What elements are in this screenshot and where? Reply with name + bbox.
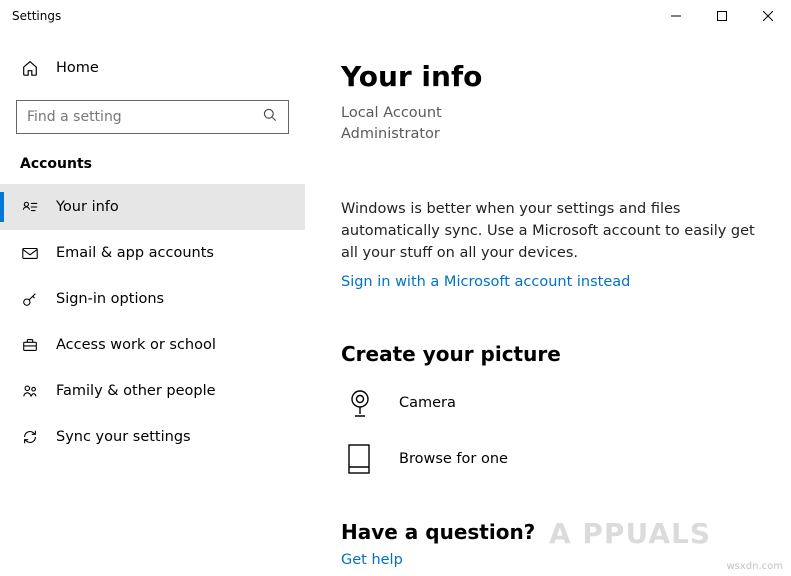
- picture-option-label: Camera: [399, 395, 456, 411]
- get-help-link[interactable]: Get help: [341, 552, 403, 568]
- sidebar-item-label: Access work or school: [56, 337, 216, 353]
- home-nav[interactable]: Home: [0, 50, 305, 86]
- close-icon: [763, 11, 773, 21]
- picture-option-label: Browse for one: [399, 451, 508, 467]
- mail-icon: [20, 243, 40, 263]
- sync-description: Windows is better when your settings and…: [341, 199, 763, 264]
- picture-option-browse[interactable]: Browse for one: [341, 440, 763, 478]
- minimize-icon: [671, 11, 681, 21]
- picture-option-camera[interactable]: Camera: [341, 384, 763, 422]
- sidebar-item-label: Family & other people: [56, 383, 216, 399]
- sidebar-item-family-other-people[interactable]: Family & other people: [0, 368, 305, 414]
- browse-icon: [341, 440, 379, 478]
- close-button[interactable]: [745, 0, 791, 32]
- maximize-button[interactable]: [699, 0, 745, 32]
- sidebar-item-your-info[interactable]: Your info: [0, 184, 305, 230]
- window-titlebar: Settings: [0, 0, 791, 32]
- search-icon: [262, 107, 278, 127]
- minimize-button[interactable]: [653, 0, 699, 32]
- window-controls: [653, 0, 791, 32]
- briefcase-icon: [20, 335, 40, 355]
- sidebar: Home Find a setting Accounts Your info: [0, 32, 305, 576]
- nav-list: Your info Email & app accounts Sign-in o…: [0, 184, 305, 460]
- key-icon: [20, 289, 40, 309]
- account-role: Administrator: [341, 124, 763, 145]
- attribution: wsxdn.com: [726, 561, 783, 572]
- sidebar-item-label: Your info: [56, 199, 119, 215]
- search-input[interactable]: Find a setting: [16, 100, 289, 134]
- page-title: Your info: [341, 60, 763, 93]
- sidebar-item-sync-settings[interactable]: Sync your settings: [0, 414, 305, 460]
- window-title: Settings: [12, 9, 61, 23]
- search-container: Find a setting: [16, 100, 289, 134]
- sidebar-item-label: Sign-in options: [56, 291, 164, 307]
- account-type: Local Account: [341, 103, 763, 124]
- sidebar-item-sign-in-options[interactable]: Sign-in options: [0, 276, 305, 322]
- home-label: Home: [56, 60, 99, 76]
- create-picture-header: Create your picture: [341, 342, 763, 366]
- sync-icon: [20, 427, 40, 447]
- user-card-icon: [20, 197, 40, 217]
- sign-in-microsoft-link[interactable]: Sign in with a Microsoft account instead: [341, 274, 630, 290]
- home-icon: [20, 58, 40, 78]
- watermark: A PPUALS: [549, 517, 711, 550]
- search-placeholder: Find a setting: [27, 109, 122, 125]
- category-header: Accounts: [0, 134, 305, 178]
- people-icon: [20, 381, 40, 401]
- sidebar-item-email-app-accounts[interactable]: Email & app accounts: [0, 230, 305, 276]
- sidebar-item-label: Sync your settings: [56, 429, 191, 445]
- camera-icon: [341, 384, 379, 422]
- sidebar-item-label: Email & app accounts: [56, 245, 214, 261]
- sidebar-item-access-work-school[interactable]: Access work or school: [0, 322, 305, 368]
- main-content: Your info Local Account Administrator Wi…: [305, 32, 791, 576]
- maximize-icon: [717, 11, 727, 21]
